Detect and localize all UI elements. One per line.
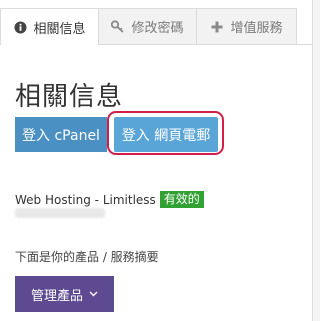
login-cpanel-button[interactable]: 登入 cPanel [15,117,107,152]
key-icon [111,20,125,34]
product-details-panel: 相關信息 修改密碼 增值服務 相關信息 登入 cPanel 登入 網頁電郵 We… [0,0,313,321]
manage-product-button[interactable]: 管理產品 [15,276,114,312]
tab-info[interactable]: 相關信息 [0,8,99,45]
tab-change-password[interactable]: 修改密碼 [98,8,197,44]
summary-text: 下面是你的產品 / 服務摘要 [15,250,159,264]
tab-info-label: 相關信息 [33,21,86,37]
login-webmail-button[interactable]: 登入 網頁電郵 [114,117,218,152]
redacted-domain [15,208,105,218]
tab-change-password-label: 修改密碼 [131,21,184,36]
tab-bar: 相關信息 修改密碼 增值服務 [0,8,313,45]
manage-product-label: 管理產品 [30,288,83,304]
info-icon [13,20,27,34]
page-title: 相關信息 [15,82,124,112]
tab-addons-label: 增值服務 [230,21,283,36]
product-name: Web Hosting - Limitless [15,192,156,207]
plus-icon [210,20,224,34]
tab-addons[interactable]: 增值服務 [196,8,297,44]
chevron-down-icon [89,289,98,300]
product-line: Web Hosting - Limitless 有效的 [15,191,204,208]
status-badge: 有效的 [159,191,204,208]
